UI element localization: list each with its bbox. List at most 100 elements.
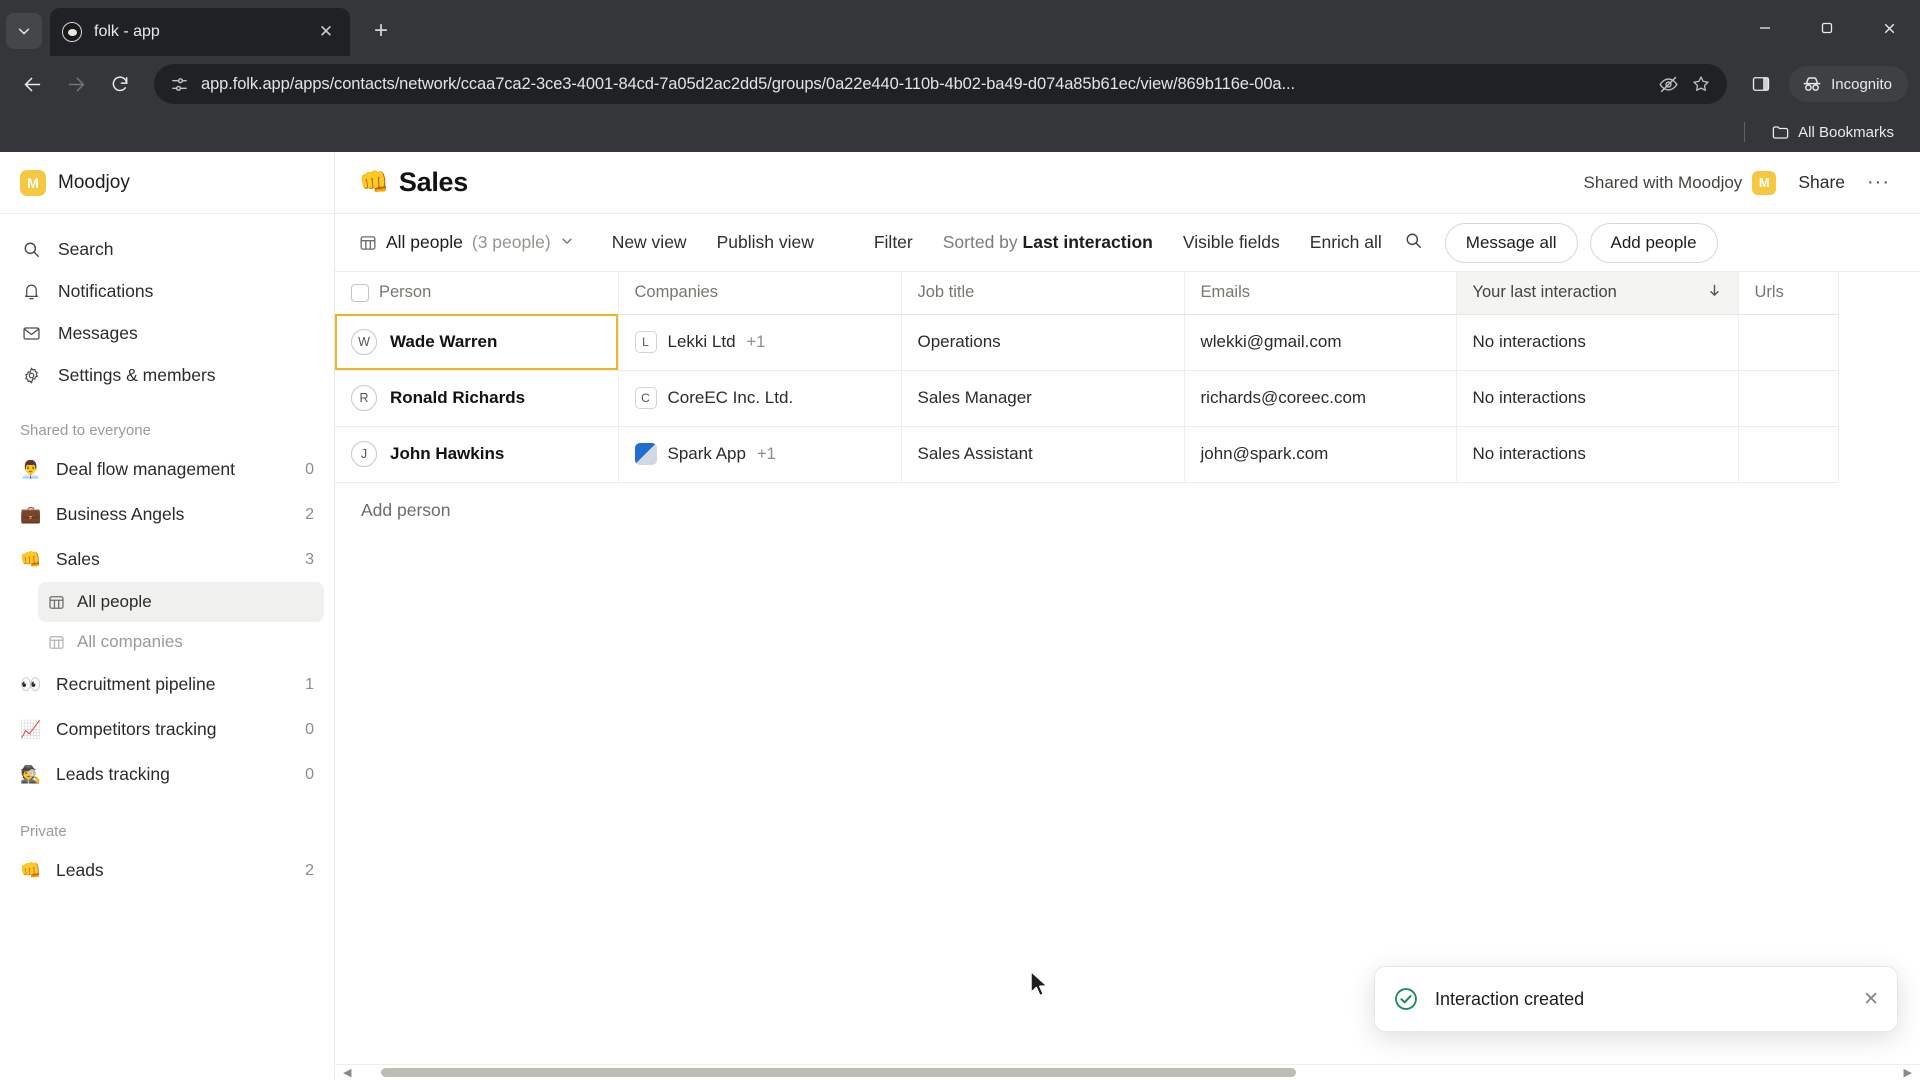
column-header-emails[interactable]: Emails [1184,272,1457,315]
table-row[interactable]: J John Hawkins Spark App +1 Sales Assist… [335,426,1839,483]
share-button[interactable]: Share [1798,172,1845,193]
sidebar-item-search[interactable]: Search [0,228,334,270]
cell-person[interactable]: W Wade Warren [335,314,619,371]
cell-person[interactable]: R Ronald Richards [335,370,619,427]
group-emoji-icon: 👊 [20,549,42,569]
window-close-icon[interactable] [1858,0,1920,56]
column-header-your-last-interaction[interactable]: Your last interaction [1456,272,1739,315]
sidebar-item-all-companies[interactable]: All companies [38,622,324,662]
scroll-right-arrow-icon[interactable]: ▶ [1904,1066,1912,1079]
sidebar-item-deal-flow-management[interactable]: 👨‍💼 Deal flow management 0 [0,447,334,492]
message-all-button[interactable]: Message all [1444,222,1578,263]
tab-search-button[interactable] [6,13,42,49]
table-row[interactable]: W Wade Warren L Lekki Ltd +1 Operations … [335,314,1839,371]
scrollbar-thumb[interactable] [381,1068,1297,1077]
bell-icon [20,282,42,301]
cell-companies[interactable]: C CoreEC Inc. Ltd. [618,370,902,427]
close-icon[interactable]: ✕ [314,20,338,44]
sidebar-item-notifications[interactable]: Notifications [0,270,334,312]
column-header-job-title[interactable]: Job title [901,272,1185,315]
sidebar-item-label: Messages [58,322,138,343]
scroll-left-arrow-icon[interactable]: ◀ [343,1066,351,1079]
table-row[interactable]: R Ronald Richards C CoreEC Inc. Ltd. Sal… [335,370,1839,427]
bookmarks-bar: All Bookmarks [0,112,1920,152]
cell-email[interactable]: richards@coreec.com [1184,370,1457,427]
sidebar-item-all-people[interactable]: All people [38,582,324,622]
sidebar-item-messages[interactable]: Messages [0,312,334,354]
sidebar-item-settings-members[interactable]: Settings & members [0,354,334,396]
scrollbar-track[interactable] [357,1068,1897,1077]
cell-urls[interactable] [1738,314,1839,371]
enrich-all-button[interactable]: Enrich all [1310,232,1382,253]
reload-icon [112,76,128,92]
side-panel-icon[interactable] [1741,64,1781,104]
star-icon[interactable] [1691,74,1711,94]
person-name: Ronald Richards [390,388,526,407]
publish-view-button[interactable]: Publish view [717,232,814,253]
sidebar-item-leads[interactable]: 👊 Leads 2 [0,848,334,893]
sidebar-item-recruitment-pipeline[interactable]: 👀 Recruitment pipeline 1 [0,662,334,707]
cell-last-interaction[interactable]: No interactions [1456,370,1739,427]
eye-off-icon[interactable] [1658,74,1679,95]
add-people-button[interactable]: Add people [1589,222,1718,263]
address-bar[interactable]: app.folk.app/apps/contacts/network/ccaa7… [154,64,1728,104]
cell-urls[interactable] [1738,370,1839,427]
sidebar-item-label: Leads [56,860,104,880]
workspace-switcher[interactable]: M Moodjoy [0,152,334,214]
cell-job-title[interactable]: Sales Manager [901,370,1185,427]
table-icon [48,634,65,651]
cell-job-title[interactable]: Operations [901,314,1185,371]
cell-email[interactable]: wlekki@gmail.com [1184,314,1457,371]
group-count: 3 [305,550,314,568]
sidebar-item-business-angels[interactable]: 💼 Business Angels 2 [0,492,334,537]
column-label: Emails [1200,283,1251,302]
minimize-icon[interactable] [1734,0,1796,56]
table-body: W Wade Warren L Lekki Ltd +1 Operations … [335,314,1839,483]
sidebar-item-label: Notifications [58,280,154,301]
new-view-button[interactable]: New view [612,232,687,253]
visible-fields-button[interactable]: Visible fields [1183,232,1280,253]
column-header-urls[interactable]: Urls [1738,272,1839,315]
contacts-table: Person Companies Job title Emails Your l… [335,272,1839,483]
browser-tab[interactable]: folk - app ✕ [50,8,350,56]
page-info-icon[interactable] [170,75,189,94]
chevron-down-icon [560,232,574,253]
all-bookmarks-button[interactable]: All Bookmarks [1763,119,1902,146]
sorted-by-field: Last interaction [1022,232,1153,252]
sort-button[interactable]: Sorted by Last interaction [943,232,1153,253]
cell-last-interaction[interactable]: No interactions [1456,314,1739,371]
add-person-button[interactable]: Add person [335,483,1920,521]
incognito-label: Incognito [1831,75,1892,93]
cell-job-title[interactable]: Sales Assistant [901,426,1185,483]
cell-last-interaction[interactable]: No interactions [1456,426,1739,483]
group-count: 0 [305,765,314,783]
cell-companies[interactable]: Spark App +1 [618,426,902,483]
incognito-indicator[interactable]: Incognito [1789,66,1908,102]
more-options-button[interactable]: ··· [1867,171,1890,194]
cell-companies[interactable]: L Lekki Ltd +1 [618,314,902,371]
column-header-person[interactable]: Person [335,272,619,315]
maximize-icon[interactable] [1796,0,1858,56]
sidebar-item-sales[interactable]: 👊 Sales 3 [0,537,334,582]
folder-icon [1772,125,1789,139]
group-emoji-icon: 👀 [20,674,42,694]
forward-button[interactable] [56,64,96,104]
cell-person[interactable]: J John Hawkins [335,426,619,483]
filter-button[interactable]: Filter [874,232,913,253]
reload-button[interactable] [100,64,140,104]
search-button[interactable] [1404,231,1423,255]
close-icon[interactable]: ✕ [1863,988,1879,1011]
sidebar-item-competitors-tracking[interactable]: 📈 Competitors tracking 0 [0,707,334,752]
select-all-checkbox[interactable] [351,283,369,302]
view-selector[interactable]: All people (3 people) [359,232,574,253]
sidebar-item-leads-tracking[interactable]: 🕵️ Leads tracking 0 [0,752,334,797]
company-logo [634,443,657,465]
back-button[interactable] [12,64,52,104]
new-tab-button[interactable]: + [364,14,398,48]
shared-with-indicator[interactable]: Shared with Moodjoy M [1584,170,1777,195]
cell-email[interactable]: john@spark.com [1184,426,1457,483]
horizontal-scrollbar[interactable]: ◀ ▶ [335,1064,1920,1080]
column-header-companies[interactable]: Companies [618,272,902,315]
company-logo: L [634,331,657,353]
cell-urls[interactable] [1738,426,1839,483]
